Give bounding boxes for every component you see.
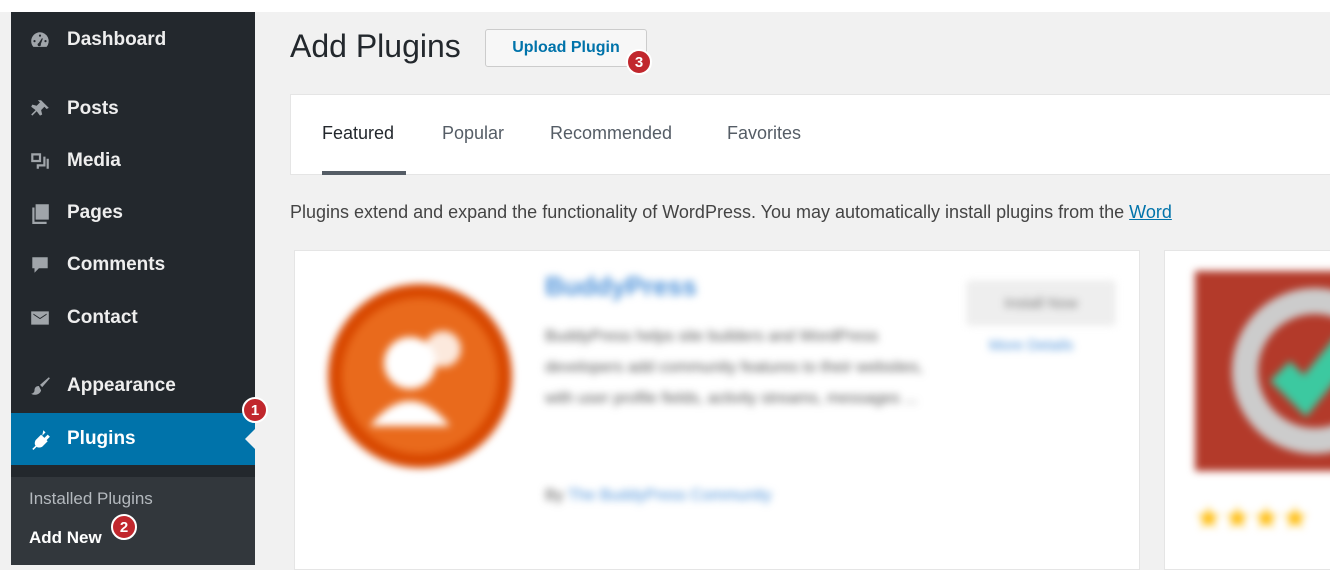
sidebar-item-label: Pages: [67, 202, 123, 223]
submenu-item-add-new[interactable]: Add New: [29, 528, 102, 548]
sidebar-item-posts[interactable]: Posts: [11, 83, 255, 135]
plugin-description: BuddyPress helps site builders and WordP…: [545, 328, 923, 407]
sidebar-item-label: Posts: [67, 98, 119, 119]
sidebar-item-comments[interactable]: Comments: [11, 239, 255, 291]
sidebar-item-dashboard[interactable]: Dashboard: [11, 14, 255, 66]
plugin-card-content: BuddyPress BuddyPress helps site builder…: [295, 251, 1139, 569]
sidebar-item-label: Contact: [67, 307, 138, 328]
brush-icon: [29, 375, 51, 397]
step-badge-3: 3: [626, 49, 652, 75]
admin-sidebar: Dashboard Posts Media Pages Comments Con…: [11, 12, 255, 565]
step-badge-2: 2: [111, 514, 137, 540]
pin-icon: [29, 98, 51, 120]
intro-text: Plugins extend and expand the functional…: [290, 202, 1172, 223]
sidebar-item-label: Plugins: [67, 428, 136, 449]
tab-popular[interactable]: Popular: [442, 123, 504, 144]
sidebar-item-label: Appearance: [67, 375, 176, 396]
author-link[interactable]: The BuddyPress Community: [568, 487, 772, 504]
intro-sentence: Plugins extend and expand the functional…: [290, 202, 1130, 222]
sidebar-item-label: Dashboard: [67, 29, 167, 50]
plugin-card-content: ★★★★: [1165, 251, 1330, 569]
page-title: Add Plugins: [290, 28, 461, 64]
media-icon: [29, 150, 51, 172]
active-tab-indicator: [322, 171, 406, 175]
plug-icon: [29, 428, 51, 450]
sidebar-item-plugins[interactable]: Plugins: [11, 413, 255, 465]
sidebar-item-label: Comments: [67, 254, 166, 275]
tab-favorites[interactable]: Favorites: [727, 123, 801, 144]
plugin-logo-icon: [1195, 271, 1330, 471]
wordpress-directory-link[interactable]: Word: [1129, 202, 1172, 222]
submenu-item-installed-plugins[interactable]: Installed Plugins: [29, 489, 153, 509]
pages-icon: [29, 202, 51, 224]
sidebar-item-appearance[interactable]: Appearance: [11, 360, 255, 412]
plugin-filter-tabs: Featured Popular Recommended Favorites: [290, 94, 1330, 175]
tab-featured[interactable]: Featured: [322, 123, 394, 144]
sidebar-item-media[interactable]: Media: [11, 135, 255, 187]
active-menu-arrow: [245, 429, 255, 449]
author-prefix: By: [545, 487, 568, 504]
sidebar-item-label: Media: [67, 150, 121, 171]
sidebar-item-pages[interactable]: Pages: [11, 187, 255, 239]
plugin-author: By The BuddyPress Community: [545, 487, 771, 505]
rating-stars: ★★★★: [1195, 502, 1311, 535]
plugin-title[interactable]: BuddyPress: [545, 271, 697, 302]
comment-icon: [29, 254, 51, 276]
top-strip: [0, 0, 1330, 12]
plugin-card-buddypress: BuddyPress BuddyPress helps site builder…: [294, 250, 1140, 570]
sidebar-item-contact[interactable]: Contact: [11, 292, 255, 344]
install-now-button[interactable]: Install Now: [967, 281, 1115, 325]
more-details-link[interactable]: More Details: [989, 337, 1073, 354]
step-badge-1: 1: [242, 397, 268, 423]
envelope-icon: [29, 307, 51, 329]
upload-plugin-button[interactable]: Upload Plugin: [485, 29, 647, 67]
buddypress-logo-icon: [328, 284, 512, 468]
tab-recommended[interactable]: Recommended: [550, 123, 672, 144]
dashboard-icon: [29, 29, 51, 51]
plugin-card-2: ★★★★: [1164, 250, 1330, 570]
